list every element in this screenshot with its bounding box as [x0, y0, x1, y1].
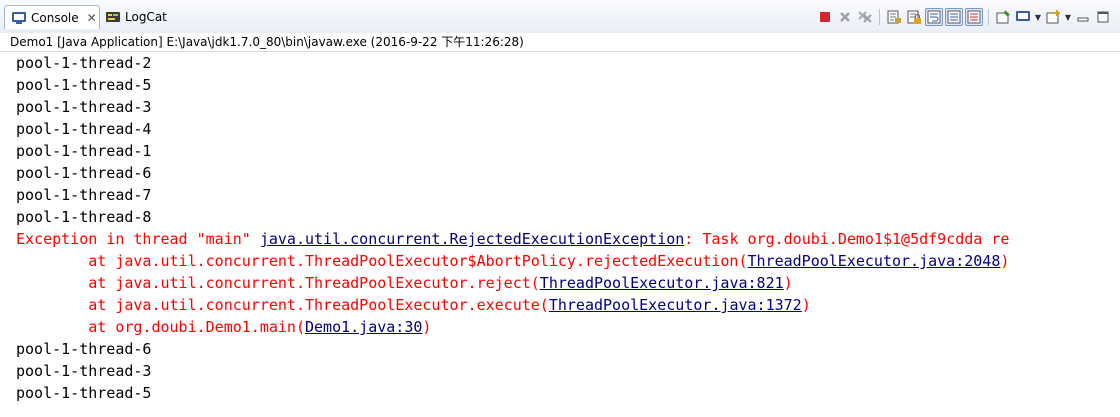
tab-console-label: Console — [31, 10, 79, 25]
stack-frame-text: at org.doubi.Demo1.main( — [16, 318, 305, 336]
stdout-line: pool-1-thread-5 — [16, 74, 1120, 96]
logcat-icon — [105, 10, 121, 24]
remove-all-terminated-icon — [858, 11, 872, 23]
stdout-line-text: pool-1-thread-7 — [16, 186, 152, 204]
stdout-line-text: pool-1-thread-3 — [16, 362, 152, 380]
show-stderr-icon — [967, 10, 981, 24]
console-icon — [11, 11, 27, 25]
stdout-line-text: pool-1-thread-5 — [16, 384, 152, 402]
display-console-icon — [1016, 11, 1030, 21]
stdout-line: pool-1-thread-5 — [16, 382, 1120, 404]
toolbar-separator — [988, 9, 989, 25]
stdout-line: pool-1-thread-1 — [16, 140, 1120, 162]
tab-console[interactable]: Console ✕ — [4, 5, 100, 29]
stack-frame-end: ) — [422, 318, 432, 336]
show-stdout-button[interactable] — [945, 8, 963, 26]
scroll-lock-button[interactable] — [905, 8, 923, 26]
minimize-button[interactable] — [1074, 8, 1092, 26]
stack-frame-text: at java.util.concurrent.ThreadPoolExecut… — [16, 296, 549, 314]
stdout-line: pool-1-thread-3 — [16, 360, 1120, 382]
stack-frame-link[interactable]: ThreadPoolExecutor.java:1372 — [549, 296, 802, 314]
remove-launch-button[interactable] — [836, 8, 854, 26]
console-text: pool-1-thread-2 pool-1-thread-5 pool-1-thr… — [0, 52, 1120, 404]
clear-console-icon — [887, 10, 901, 24]
toolbar-separator — [879, 9, 880, 25]
stdout-line: pool-1-thread-6 — [16, 162, 1120, 184]
stdout-line-text: pool-1-thread-8 — [16, 208, 152, 226]
word-wrap-button[interactable] — [925, 8, 943, 26]
stdout-line-text: pool-1-thread-6 — [16, 164, 152, 182]
stack-frame: at org.doubi.Demo1.main(Demo1.java:30) — [16, 316, 1120, 338]
launch-description: Demo1 [Java Application] E:\Java\jdk1.7.… — [0, 33, 1120, 51]
stack-frame-end: ) — [783, 274, 793, 292]
scroll-lock-icon — [907, 10, 921, 24]
show-stdout-icon — [947, 10, 961, 24]
stdout-line-text: pool-1-thread-3 — [16, 98, 152, 116]
pin-console-icon — [996, 10, 1010, 24]
exception-class-link[interactable]: java.util.concurrent.RejectedExecutionEx… — [260, 230, 684, 248]
terminate-button[interactable] — [816, 8, 834, 26]
show-stderr-button[interactable] — [965, 8, 983, 26]
remove-all-terminated-button[interactable] — [856, 8, 874, 26]
remove-launch-icon — [840, 12, 850, 22]
tab-logcat-label: LogCat — [125, 10, 167, 24]
stdout-line: pool-1-thread-3 — [16, 96, 1120, 118]
stack-frame-link[interactable]: ThreadPoolExecutor.java:2048 — [748, 252, 1001, 270]
stack-frame: at java.util.concurrent.ThreadPoolExecut… — [16, 250, 1120, 272]
stack-frame: at java.util.concurrent.ThreadPoolExecut… — [16, 294, 1120, 316]
open-console-button[interactable] — [1044, 8, 1062, 26]
close-icon[interactable]: ✕ — [87, 11, 97, 25]
stdout-line-text: pool-1-thread-5 — [16, 76, 152, 94]
exception-message: : Task org.doubi.Demo1$1@5df9cdda re — [684, 230, 1010, 248]
maximize-button[interactable] — [1094, 8, 1112, 26]
view-tab-bar: Console ✕ LogCat ▼ ▼ — [0, 0, 1120, 34]
stack-frame-text: at java.util.concurrent.ThreadPoolExecut… — [16, 274, 540, 292]
chevron-down-icon[interactable]: ▼ — [1034, 13, 1042, 22]
stack-frame-end: ) — [1000, 252, 1010, 270]
clear-console-button[interactable] — [885, 8, 903, 26]
open-console-icon — [1046, 10, 1060, 24]
tab-logcat[interactable]: LogCat — [105, 5, 167, 29]
stdout-line: pool-1-thread-7 — [16, 184, 1120, 206]
console-toolbar: ▼ ▼ — [816, 7, 1112, 27]
stdout-line: pool-1-thread-4 — [16, 118, 1120, 140]
stdout-line-text: pool-1-thread-2 — [16, 54, 152, 72]
terminate-icon — [820, 12, 830, 22]
stack-frame-text: at java.util.concurrent.ThreadPoolExecut… — [16, 252, 748, 270]
stack-frame-link[interactable]: Demo1.java:30 — [305, 318, 422, 336]
exception-prefix: Exception in thread "main" — [16, 230, 260, 248]
stderr-line: Exception in thread "main" java.util.con… — [16, 228, 1120, 250]
stdout-line: pool-1-thread-8 — [16, 206, 1120, 228]
stdout-line-text: pool-1-thread-4 — [16, 120, 152, 138]
minimize-icon — [1077, 17, 1089, 22]
pin-console-button[interactable] — [994, 8, 1012, 26]
stack-frame-link[interactable]: ThreadPoolExecutor.java:821 — [540, 274, 784, 292]
display-console-button[interactable] — [1014, 8, 1032, 26]
word-wrap-icon — [927, 10, 941, 24]
console-output[interactable]: pool-1-thread-2 pool-1-thread-5 pool-1-thr… — [0, 51, 1120, 417]
chevron-down-icon[interactable]: ▼ — [1064, 13, 1072, 22]
stdout-line-text: pool-1-thread-1 — [16, 142, 152, 160]
stdout-line: pool-1-thread-2 — [16, 52, 1120, 74]
maximize-icon — [1097, 11, 1109, 23]
stdout-line-text: pool-1-thread-6 — [16, 340, 152, 358]
stack-frame-end: ) — [801, 296, 811, 314]
stack-frame: at java.util.concurrent.ThreadPoolExecut… — [16, 272, 1120, 294]
stdout-line: pool-1-thread-6 — [16, 338, 1120, 360]
